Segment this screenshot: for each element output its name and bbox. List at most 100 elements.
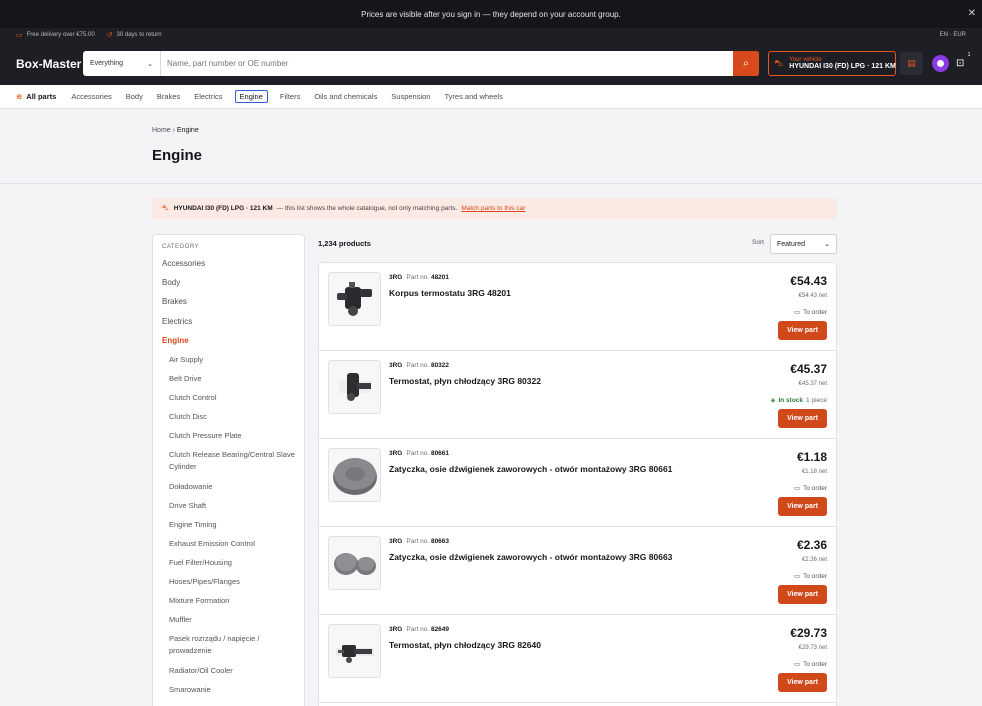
sidebar-item-electrics[interactable]: Electrics (162, 316, 295, 335)
product-card: 3RG Part no. 80661 Zatyczka, osie dźwigie… (319, 439, 836, 527)
view-part-button[interactable]: View part (778, 409, 827, 428)
sidebar-item-accessories[interactable]: Accessories (162, 258, 295, 277)
truck-icon: ▭ (793, 485, 801, 492)
product-image[interactable] (328, 360, 381, 414)
product-image[interactable] (328, 272, 381, 326)
product-brand: 3RG (389, 362, 403, 369)
sidebar-subitem[interactable]: Hoses/Pipes/Flanges (162, 576, 295, 595)
product-brand: 3RG (389, 274, 403, 281)
sidebar-item-engine[interactable]: Engine (162, 335, 295, 354)
view-part-button[interactable]: View part (778, 585, 827, 604)
sidebar-subitem[interactable]: Clutch Control (162, 392, 295, 411)
product-net-price: €54.43 net (798, 293, 827, 299)
sidebar-subitem[interactable]: Engine Timing (162, 519, 295, 538)
close-icon[interactable]: ✕ (968, 8, 976, 19)
logo[interactable]: Box-Master (16, 57, 83, 71)
product-part-number: 48201 (430, 274, 450, 281)
cart-button[interactable]: ⊡ 1 (956, 52, 970, 69)
sidebar-subitem[interactable]: Smarowanie (162, 684, 295, 703)
nav-item-oils-and-chemicals[interactable]: Oils and chemicals (312, 90, 379, 103)
product-name[interactable]: Korpus termostatu 3RG 48201 (389, 288, 511, 298)
product-brand: 3RG (389, 538, 403, 545)
cart-icon: ⊡ (956, 58, 965, 69)
product-price: €1.18 (796, 450, 827, 464)
sidebar-subitem[interactable]: Pasek rozrządu / napięcie / prowadzenie (162, 633, 295, 665)
product-net-price: €1.18 net (801, 469, 827, 475)
sidebar-subitem[interactable]: Mixture Formation (162, 595, 295, 614)
view-part-button[interactable]: View part (778, 321, 827, 340)
site-header: Box-Master Everything ⌄ ⌕ ⛍ Your vehicle… (0, 42, 982, 85)
returns-info: ↺ 30 days to return (106, 32, 162, 39)
breadcrumb-current: Engine (176, 127, 199, 134)
sidebar-subitem[interactable]: Radiator/Oil Cooler (162, 665, 295, 684)
stock-status: ▭ To order (793, 308, 827, 317)
sort-select[interactable]: Featured ⌄ (770, 234, 837, 254)
plug-cap-image (332, 458, 377, 495)
sidebar-subitem[interactable]: Clutch Pressure Plate (162, 430, 295, 449)
stock-status: ◈ In stock 1 piece (770, 396, 827, 405)
all-parts-button[interactable]: ≋ All parts (16, 92, 56, 101)
vehicle-selector[interactable]: ⛍ Your vehicle HYUNDAI I30 (FD) LPG · 12… (768, 51, 896, 76)
sidebar-item-brakes[interactable]: Brakes (162, 296, 295, 315)
product-image[interactable] (328, 536, 381, 590)
truck-icon: ▭ (793, 573, 801, 580)
thermostat-image (335, 645, 374, 663)
product-name[interactable]: Termostat, płyn chłodzący 3RG 80322 (389, 376, 541, 386)
sort-label: Sort (752, 239, 764, 246)
sidebar-subitem[interactable]: Clutch Disc (162, 411, 295, 430)
sidebar-subitem[interactable]: Exhaust Emission Control (162, 538, 295, 557)
product-name[interactable]: Zatyczka, osie dźwigienek zaworowych - o… (389, 464, 672, 474)
search-scope-select[interactable]: Everything ⌄ (83, 51, 161, 76)
match-parts-link[interactable]: Match parts to this car (461, 205, 525, 212)
search-icon: ⌕ (743, 58, 749, 69)
chevron-down-icon: ⌄ (147, 60, 153, 68)
nav-item-suspension[interactable]: Suspension (389, 90, 432, 103)
sidebar-subitem[interactable]: Belt Drive (162, 373, 295, 392)
notice-vehicle: HYUNDAI I30 (FD) LPG · 121 KM (173, 205, 273, 212)
product-count: 1,234 products (318, 239, 371, 248)
product-part-number: 80661 (430, 450, 450, 457)
thermostat-image (338, 373, 371, 401)
product-image[interactable] (328, 448, 381, 502)
sidebar-subitem[interactable]: Muffler (162, 614, 295, 633)
announcement-text: Prices are visible after you sign in — t… (361, 9, 621, 19)
page-title: Engine (152, 147, 203, 164)
sidebar-subitem[interactable]: Clutch Release Bearing/Central Slave Cyl… (162, 449, 295, 481)
avatar[interactable] (932, 55, 949, 72)
sidebar-subitem[interactable]: Doładowanie (162, 481, 295, 500)
product-list: 3RG Part no. 48201 Korpus termostatu 3RG … (318, 262, 837, 706)
sidebar-subitem[interactable]: Air Supply (162, 354, 295, 373)
sidebar-subitem[interactable]: Fuel Filter/Housing (162, 557, 295, 576)
view-part-button[interactable]: View part (778, 673, 827, 692)
utility-bar: ▭ Free delivery over €75.00 ↺ 30 days to r… (0, 28, 982, 42)
product-card: 3RG Part no. 48201 Korpus termostatu 3RG … (319, 263, 836, 351)
search-bar: Everything ⌄ ⌕ (83, 51, 759, 76)
product-image[interactable] (328, 624, 381, 678)
category-sidebar: CATEGORY Accessories Body Brakes Electri… (152, 234, 305, 706)
product-price: €54.43 (790, 274, 827, 288)
breadcrumb-home[interactable]: Home (152, 127, 171, 134)
product-name[interactable]: Termostat, płyn chłodzący 3RG 82640 (389, 640, 541, 650)
product-card: 3RG Part no. 80663 Zatyczka, osie dźwigie… (319, 527, 836, 615)
nav-item-accessories[interactable]: Accessories (69, 90, 113, 103)
search-input[interactable] (161, 51, 733, 76)
language-currency-switch[interactable]: EN · EUR (940, 32, 966, 38)
nav-item-electrics[interactable]: Electrics (192, 90, 224, 103)
nav-item-engine[interactable]: Engine (234, 90, 268, 103)
nav-item-brakes[interactable]: Brakes (155, 90, 182, 103)
product-brand: 3RG (389, 450, 403, 457)
sidebar-heading: CATEGORY (162, 244, 200, 250)
layers-icon: ≋ (16, 92, 23, 101)
sidebar-item-body[interactable]: Body (162, 277, 295, 296)
view-part-button[interactable]: View part (778, 497, 827, 516)
search-button[interactable]: ⌕ (733, 51, 759, 76)
sidebar-subitem[interactable]: Drive Shaft (162, 500, 295, 519)
nav-item-filters[interactable]: Filters (278, 90, 302, 103)
vehicle-notice: ⛍ HYUNDAI I30 (FD) LPG · 121 KM — this l… (152, 198, 837, 219)
product-card: 3RG Part no. 82649 Termostat, płyn chłodz… (319, 615, 836, 703)
product-name[interactable]: Zatyczka, osie dźwigienek zaworowych - o… (389, 552, 672, 562)
nav-item-tyres-and-wheels[interactable]: Tyres and wheels (442, 90, 504, 103)
nav-item-body[interactable]: Body (124, 90, 145, 103)
box-icon: ◈ (770, 397, 776, 404)
garage-button[interactable]: ▤ (900, 52, 923, 75)
